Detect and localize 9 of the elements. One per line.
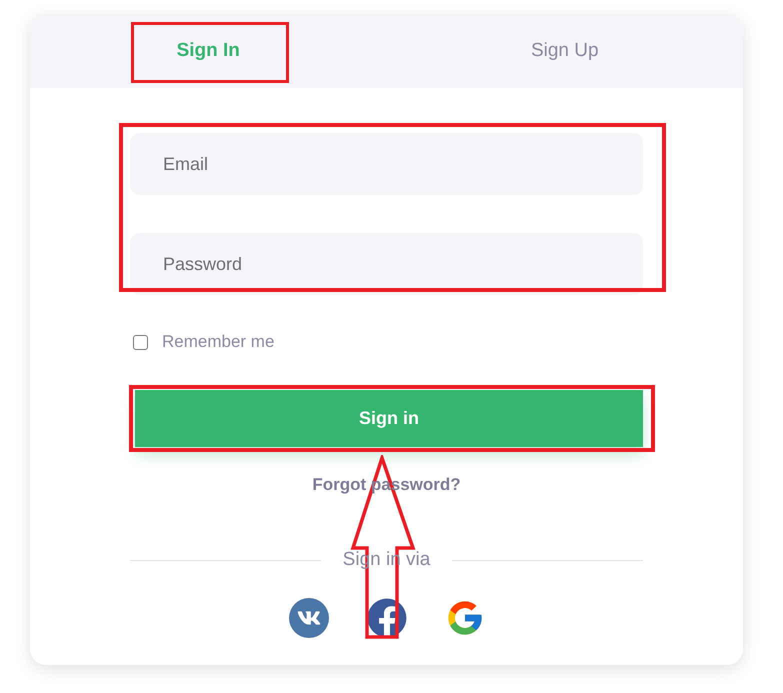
facebook-icon[interactable] [366, 598, 406, 638]
vk-icon[interactable] [288, 598, 328, 638]
input-field[interactable]: Email [130, 133, 643, 195]
tab[interactable]: Sign In [30, 14, 386, 88]
tab[interactable]: Sign Up [386, 14, 743, 88]
input-field[interactable]: Password [130, 233, 643, 295]
checkbox-label: Remember me [162, 331, 274, 354]
checkbox[interactable] [133, 334, 148, 350]
sign-in-button[interactable]: Sign in [135, 390, 643, 447]
